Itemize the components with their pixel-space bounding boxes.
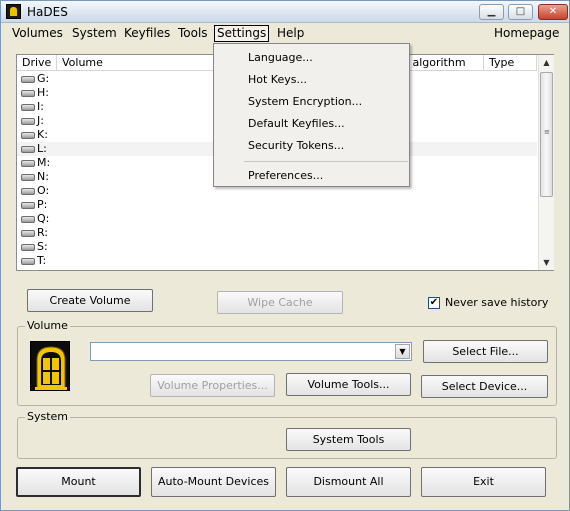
drive-icon <box>21 188 35 195</box>
scroll-grip-icon: ≡ <box>544 128 550 136</box>
menu-preferences[interactable]: Preferences... <box>248 167 323 185</box>
drive-row[interactable]: T: <box>17 254 537 268</box>
title-bar[interactable]: HaDES ▁ □ ✕ <box>1 1 569 23</box>
window-title: HaDES <box>27 5 68 19</box>
column-drive[interactable]: Drive <box>17 55 57 71</box>
drive-icon <box>21 76 35 83</box>
vertical-scrollbar[interactable]: ▲ ≡ ▼ <box>538 55 554 270</box>
drive-icon <box>21 230 35 237</box>
drive-icon <box>21 118 35 125</box>
hades-logo-icon <box>30 341 70 391</box>
volume-tools-button[interactable]: Volume Tools... <box>286 373 411 396</box>
scroll-down-icon[interactable]: ▼ <box>539 255 554 270</box>
system-tools-button[interactable]: System Tools <box>286 428 411 451</box>
menu-settings[interactable]: Settings <box>214 25 270 42</box>
menu-volumes[interactable]: Volumes <box>9 25 66 42</box>
menu-default-keyfiles[interactable]: Default Keyfiles... <box>248 115 345 133</box>
drive-icon <box>21 132 35 139</box>
volume-group-title: Volume <box>25 319 70 332</box>
scroll-thumb[interactable]: ≡ <box>540 72 553 197</box>
hades-logo-svg <box>35 346 67 390</box>
column-type[interactable]: Type <box>484 55 537 71</box>
app-icon <box>6 4 21 19</box>
hades-window: HaDES ▁ □ ✕ Volumes System Keyfiles Tool… <box>0 0 570 511</box>
volume-path-combobox[interactable]: ▼ <box>90 342 412 361</box>
drive-letter: K: <box>37 128 48 141</box>
menu-system-encryption[interactable]: System Encryption... <box>248 93 362 111</box>
create-volume-button[interactable]: Create Volume <box>27 289 153 312</box>
drive-letter: R: <box>37 226 49 239</box>
drive-icon <box>21 258 35 265</box>
menu-bar: Volumes System Keyfiles Tools Settings H… <box>1 23 569 44</box>
drive-icon <box>21 202 35 209</box>
menu-separator <box>244 161 408 162</box>
drive-icon <box>21 146 35 153</box>
drive-row[interactable]: R: <box>17 226 537 240</box>
close-button[interactable]: ✕ <box>538 4 568 20</box>
volume-properties-button[interactable]: Volume Properties... <box>150 374 275 397</box>
drive-row[interactable]: S: <box>17 240 537 254</box>
dropdown-arrow-icon[interactable]: ▼ <box>395 344 410 359</box>
drive-icon <box>21 104 35 111</box>
menu-help[interactable]: Help <box>274 25 307 42</box>
drive-letter: S: <box>37 240 48 253</box>
menu-language[interactable]: Language... <box>248 49 313 67</box>
drive-letter: T: <box>37 254 47 267</box>
drive-letter: J: <box>37 114 44 127</box>
drive-icon <box>21 90 35 97</box>
menu-tools[interactable]: Tools <box>175 25 211 42</box>
dismount-all-button[interactable]: Dismount All <box>286 467 411 497</box>
auto-mount-devices-button[interactable]: Auto-Mount Devices <box>151 467 276 497</box>
maximize-button[interactable]: □ <box>508 4 533 20</box>
drive-letter: G: <box>37 72 50 85</box>
menu-gutter <box>214 44 242 186</box>
drive-letter: L: <box>37 142 47 155</box>
drive-icon <box>21 216 35 223</box>
drive-letter: H: <box>37 86 49 99</box>
drive-letter: I: <box>37 100 44 113</box>
drive-icon <box>21 160 35 167</box>
scroll-up-icon[interactable]: ▲ <box>539 55 554 70</box>
menu-system[interactable]: System <box>69 25 120 42</box>
column-encryption-algorithm[interactable]: n algorithm <box>397 55 484 71</box>
drive-icon <box>21 174 35 181</box>
wipe-cache-button[interactable]: Wipe Cache <box>217 291 343 314</box>
drive-icon <box>21 244 35 251</box>
settings-dropdown-menu: Language... Hot Keys... System Encryptio… <box>213 43 410 187</box>
drive-letter: P: <box>37 198 48 211</box>
never-save-history-label: Never save history <box>445 296 549 309</box>
drive-letter: M: <box>37 156 51 169</box>
menu-keyfiles[interactable]: Keyfiles <box>121 25 173 42</box>
drive-row[interactable]: Q: <box>17 212 537 226</box>
system-group-title: System <box>25 410 71 423</box>
drive-letter: N: <box>37 170 49 183</box>
mount-button[interactable]: Mount <box>16 467 141 497</box>
drive-letter: O: <box>37 184 50 197</box>
menu-homepage[interactable]: Homepage <box>491 25 562 42</box>
select-file-button[interactable]: Select File... <box>423 340 548 363</box>
minimize-button[interactable]: ▁ <box>479 4 504 20</box>
menu-hot-keys[interactable]: Hot Keys... <box>248 71 307 89</box>
drive-letter: Q: <box>37 212 50 225</box>
menu-security-tokens[interactable]: Security Tokens... <box>248 137 344 155</box>
exit-button[interactable]: Exit <box>421 467 546 497</box>
select-device-button[interactable]: Select Device... <box>421 375 548 398</box>
checkbox-mark[interactable]: ✔ <box>428 297 440 309</box>
drive-row[interactable]: P: <box>17 198 537 212</box>
